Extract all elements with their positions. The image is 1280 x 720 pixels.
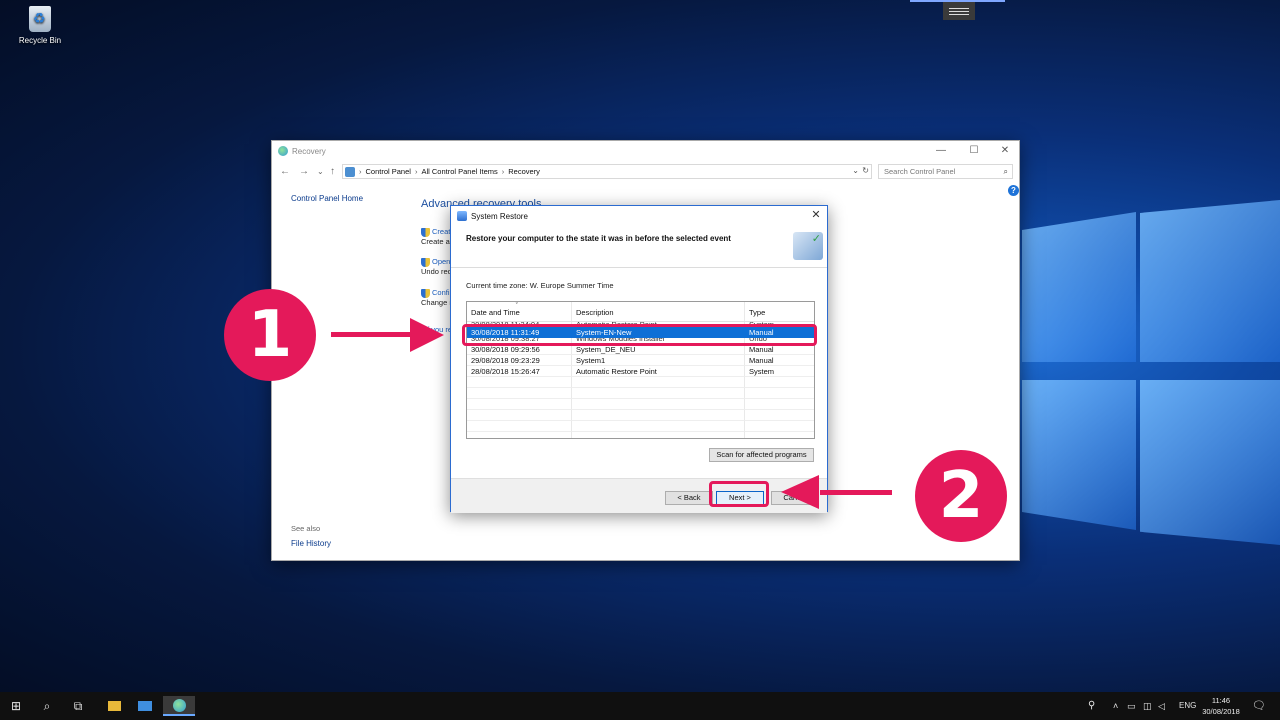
system-restore-icon	[457, 211, 467, 221]
language-indicator[interactable]: ENG	[1179, 692, 1196, 720]
list-row[interactable]: 28/08/2018 15:26:47 Automatic Restore Po…	[467, 366, 814, 377]
step-2-badge: 2	[915, 450, 1007, 542]
window-title-bar[interactable]: Recovery — ☐ ✕	[272, 141, 1019, 161]
start-icon[interactable]: ⊞	[4, 696, 28, 716]
search-placeholder: Search Control Panel	[884, 167, 956, 176]
column-header-description[interactable]: Description	[571, 302, 744, 321]
list-row[interactable]: 29/08/2018 09:23:29 System1 Manual	[467, 355, 814, 366]
control-panel-taskbar-button[interactable]	[163, 696, 195, 716]
breadcrumb-recovery[interactable]: Recovery	[508, 167, 540, 176]
breadcrumb-all-items[interactable]: All Control Panel Items	[421, 167, 497, 176]
address-bar[interactable]: › Control Panel › All Control Panel Item…	[342, 164, 872, 179]
control-panel-home-link[interactable]: Control Panel Home	[291, 194, 363, 203]
breadcrumb-separator: ›	[501, 167, 505, 176]
people-icon[interactable]: ⚲	[1088, 692, 1095, 720]
server-manager-icon	[138, 701, 152, 711]
up-arrow-icon[interactable]: ↑	[330, 165, 335, 179]
task-view-icon[interactable]: ⧉	[66, 696, 90, 716]
refresh-icon[interactable]: ↻	[862, 166, 869, 175]
shield-icon	[421, 288, 430, 298]
recycle-bin[interactable]: Recycle Bin	[14, 6, 66, 45]
shield-icon	[421, 227, 430, 237]
back-arrow-icon[interactable]: ←	[280, 165, 290, 179]
clock-time: 11:46	[1211, 696, 1231, 705]
forward-arrow-icon[interactable]: →	[299, 165, 309, 179]
search-icon[interactable]: ⌕	[35, 696, 59, 716]
breadcrumb-control-panel[interactable]: Control Panel	[366, 167, 411, 176]
list-header: ˅ Date and Time Description Type	[467, 302, 814, 322]
arrow-1-head	[410, 318, 444, 352]
remote-menu-button[interactable]	[943, 2, 975, 20]
folder-icon	[107, 701, 121, 711]
taskbar: ⊞ ⌕ ⧉ ⚲ ˄ ▭ ◫ ◁ ENG 11:46 30/08/2018 🗨	[0, 692, 1280, 720]
recovery-item-configure[interactable]: Confi Change r	[421, 288, 452, 307]
empty-row	[467, 410, 814, 421]
address-row: ← → ⌄ ↑ › Control Panel › All Control Pa…	[272, 164, 1019, 180]
empty-row	[467, 377, 814, 388]
dialog-title-bar[interactable]: System Restore ✕	[451, 206, 827, 226]
maximize-button[interactable]: ☐	[961, 144, 987, 158]
dialog-title: System Restore	[471, 212, 528, 221]
battery-icon[interactable]: ▭	[1127, 692, 1136, 720]
dialog-footer: < Back Next > Cancel	[451, 478, 827, 513]
volume-icon[interactable]: ◁	[1158, 692, 1165, 720]
empty-row	[467, 432, 814, 438]
restore-points-list[interactable]: ˅ Date and Time Description Type 30/08/2…	[466, 301, 815, 439]
arrow-2-head	[781, 475, 819, 509]
chevron-up-icon[interactable]: ˄	[1113, 692, 1118, 720]
divider	[451, 267, 827, 268]
minimize-button[interactable]: —	[928, 144, 954, 158]
network-icon[interactable]: ◫	[1143, 692, 1152, 720]
close-button[interactable]: ✕	[992, 144, 1018, 158]
selected-row-highlight	[462, 324, 817, 346]
search-icon[interactable]: ⌕	[1004, 165, 1008, 178]
recent-locations-icon[interactable]: ⌄	[317, 165, 324, 179]
timezone-label: Current time zone: W. Europe Summer Time	[466, 281, 614, 290]
control-panel-icon	[172, 699, 186, 712]
file-explorer-taskbar-button[interactable]	[101, 696, 127, 716]
control-panel-icon	[345, 166, 355, 177]
recycle-bin-label: Recycle Bin	[18, 36, 62, 45]
arrow-2-line	[820, 490, 892, 495]
help-icon[interactable]: ?	[1008, 185, 1019, 196]
server-manager-taskbar-button[interactable]	[132, 696, 158, 716]
dialog-instruction: Restore your computer to the state it wa…	[466, 234, 731, 243]
empty-row	[467, 399, 814, 410]
shield-icon	[421, 257, 430, 267]
recycle-bin-icon	[29, 6, 51, 32]
column-header-date[interactable]: ˅ Date and Time	[467, 302, 571, 321]
dialog-close-button[interactable]: ✕	[809, 208, 823, 222]
recovery-item-create[interactable]: Creat Create a	[421, 227, 450, 246]
recovery-app-icon	[278, 146, 288, 156]
window-title: Recovery	[292, 147, 326, 156]
restore-computer-icon	[793, 232, 823, 260]
see-also-label: See also	[291, 524, 321, 533]
windows-logo-pane-bottom-left	[1022, 380, 1136, 530]
back-button[interactable]: < Back	[665, 491, 713, 505]
windows-logo-pane-bottom-right	[1140, 380, 1280, 545]
column-header-type[interactable]: Type	[744, 302, 814, 321]
next-button-highlight	[709, 481, 769, 507]
clock-date: 30/08/2018	[1202, 707, 1240, 716]
search-input[interactable]: Search Control Panel ⌕	[878, 164, 1013, 179]
arrow-1-line	[331, 332, 421, 337]
breadcrumb-separator: ›	[359, 167, 362, 176]
system-restore-dialog: System Restore ✕ Restore your computer t…	[450, 205, 828, 513]
file-history-link[interactable]: File History	[291, 539, 331, 548]
breadcrumb-separator: ›	[414, 167, 418, 176]
empty-row	[467, 388, 814, 399]
notifications-icon[interactable]: 🗨	[1252, 692, 1266, 720]
chevron-down-icon[interactable]: ⌄	[852, 166, 859, 175]
empty-row	[467, 421, 814, 432]
sort-arrow-icon: ˅	[515, 301, 519, 307]
step-1-badge: 1	[224, 289, 316, 381]
clock[interactable]: 11:46 30/08/2018	[1198, 695, 1244, 717]
windows-logo-pane-top-left	[1022, 212, 1136, 362]
windows-logo-pane-top-right	[1140, 200, 1280, 362]
recovery-item-open[interactable]: Open Undo rec	[421, 257, 451, 276]
scan-affected-programs-button[interactable]: Scan for affected programs	[709, 448, 814, 462]
